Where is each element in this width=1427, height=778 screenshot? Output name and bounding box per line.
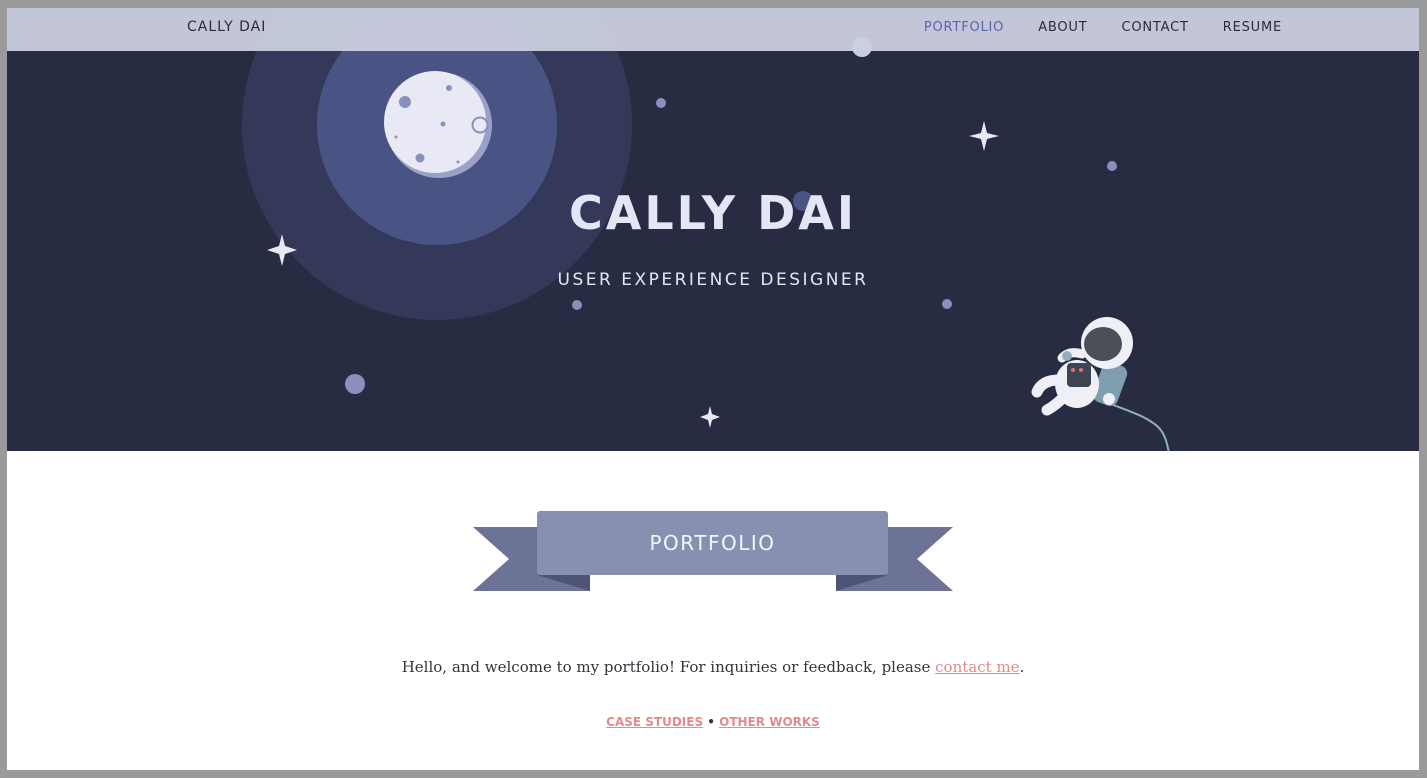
nav-links: PORTFOLIO ABOUT CONTACT RESUME (924, 20, 1282, 35)
other-works-link[interactable]: OTHER WORKS (719, 715, 820, 729)
nav-resume-link[interactable]: RESUME (1223, 20, 1282, 35)
welcome-text-suffix: . (1019, 658, 1025, 676)
planet-dot (572, 300, 582, 310)
astronaut-illustration (1031, 317, 1170, 451)
planet-dot (942, 299, 952, 309)
sparkle-star-icon (969, 121, 999, 151)
contact-me-link[interactable]: contact me (935, 658, 1019, 676)
top-navbar: CALLY DAI PORTFOLIO ABOUT CONTACT RESUME (7, 8, 1419, 51)
welcome-text: Hello, and welcome to my portfolio! For … (7, 658, 1419, 676)
planet-dot (656, 98, 666, 108)
hero-section: CALLY DAI USER EXPERIENCE DESIGNER (7, 8, 1419, 451)
portfolio-ribbon-banner: PORTFOLIO (473, 511, 953, 591)
case-studies-link[interactable]: CASE STUDIES (606, 715, 703, 729)
link-separator: • (707, 715, 715, 729)
planet-dot (345, 374, 365, 394)
nav-portfolio-link[interactable]: PORTFOLIO (924, 20, 1004, 35)
sparkle-star-icon (700, 406, 720, 428)
hero-title: CALLY DAI (568, 186, 858, 240)
planet-dot (1107, 161, 1117, 171)
welcome-text-prefix: Hello, and welcome to my portfolio! For … (401, 658, 936, 676)
browser-viewport: CALLY DAI USER EXPERIENCE DESIGNER CALLY… (7, 8, 1419, 770)
portfolio-heading: PORTFOLIO (649, 531, 776, 555)
hero-subtitle: USER EXPERIENCE DESIGNER (557, 270, 869, 290)
section-links: CASE STUDIES • OTHER WORKS (7, 715, 1419, 729)
nav-about-link[interactable]: ABOUT (1038, 20, 1087, 35)
brand-logo-link[interactable]: CALLY DAI (187, 19, 266, 35)
nav-contact-link[interactable]: CONTACT (1122, 20, 1189, 35)
